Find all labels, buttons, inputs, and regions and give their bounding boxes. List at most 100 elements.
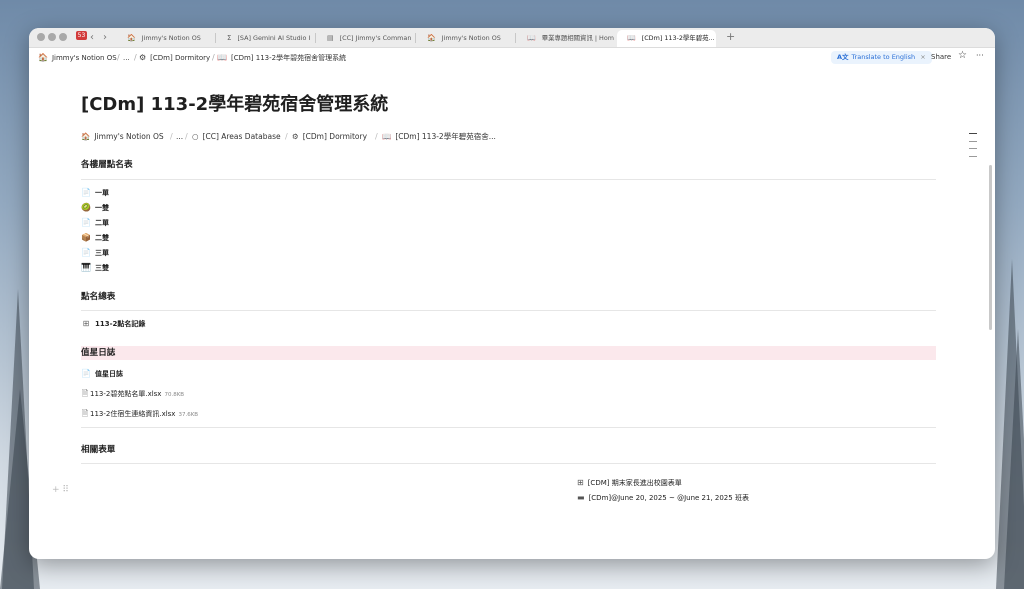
- gear-icon: ⚙: [139, 53, 147, 62]
- page-link-label: 三單: [95, 249, 109, 257]
- kiwi-icon: 🥝: [81, 203, 91, 212]
- crumb-label: [CC] Areas Database: [202, 132, 281, 141]
- tab-label: [CC] Jimmy's Comman: [339, 34, 412, 42]
- circle-icon: ○: [192, 132, 199, 141]
- heading-related-forms[interactable]: 相關表單: [81, 444, 115, 456]
- page-link-label: [CDm]@June 20, 2025 ~ @June 21, 2025 班表: [588, 494, 749, 502]
- crumb-label: [CDm] 113-2學年碧苑宿舍...: [395, 132, 496, 141]
- translate-button[interactable]: A文 Translate to English ×: [831, 51, 932, 64]
- home-icon: 🏠: [81, 132, 91, 141]
- table-icon: ⊞: [82, 319, 90, 328]
- page-icon: 📄: [81, 369, 91, 378]
- page-breadcrumb-home[interactable]: 🏠 Jimmy's Notion OS: [81, 131, 164, 142]
- page-breadcrumb-dormitory[interactable]: ⚙ [CDm] Dormitory: [292, 131, 367, 142]
- page-link-label: [CDM] 期末家長進出校園表單: [587, 479, 682, 487]
- page-breadcrumb-ellipsis[interactable]: ...: [176, 131, 183, 142]
- file-name: 113-2住宿生連絡資訊.xlsx: [90, 410, 176, 418]
- page-link-label: 二雙: [95, 234, 109, 242]
- divider: [81, 179, 936, 180]
- file-attachment-roll-call[interactable]: 🗎 113-2碧苑點名單.xlsx 70.8KB: [81, 388, 184, 401]
- breadcrumb-separator: /: [185, 132, 188, 141]
- page-content: [CDm] 113-2學年碧苑宿舍管理系統 🏠 Jimmy's Notion OS…: [29, 68, 995, 559]
- topbar-crumb-dormitory[interactable]: ⚙ [CDm] Dormitory: [139, 53, 210, 63]
- translate-icon: A文: [837, 53, 849, 61]
- breadcrumb-separator: /: [117, 53, 120, 62]
- page-link-1-double[interactable]: 🥝 一雙: [81, 202, 109, 214]
- database-link-records[interactable]: ⊞ 113-2點名記錄: [81, 318, 146, 330]
- file-name: 113-2碧苑點名單.xlsx: [90, 390, 162, 398]
- block-drag-handle[interactable]: + ⠿: [52, 485, 69, 495]
- breadcrumb-separator: /: [285, 132, 288, 141]
- tab-2[interactable]: Σ [SA] Gemini AI Studio I: [217, 30, 314, 47]
- page-link-label: 二單: [95, 219, 109, 227]
- forward-arrow-icon[interactable]: ›: [103, 31, 107, 44]
- home-icon: 🏠: [127, 34, 136, 42]
- topbar-crumb-current[interactable]: 📖 [CDm] 113-2學年碧苑宿舍管理系統: [217, 53, 346, 63]
- divider: [81, 427, 936, 428]
- database-icon: ▤: [327, 34, 334, 42]
- file-size: 37.6KB: [178, 412, 199, 418]
- tab-1[interactable]: 🏠 Jimmy's Notion OS: [117, 30, 215, 47]
- page-link-2-single[interactable]: 📄 二單: [81, 217, 109, 229]
- page-link-2-double[interactable]: 📦 二雙: [81, 232, 109, 244]
- page-link-3-double[interactable]: 🎹 三雙: [81, 262, 109, 274]
- tab-divider: [315, 33, 316, 43]
- page-link-3-single[interactable]: 📄 三單: [81, 247, 109, 259]
- breadcrumb-separator: /: [212, 53, 215, 62]
- heading-duty-log[interactable]: 值星日誌: [81, 347, 115, 359]
- page-breadcrumb-areas[interactable]: ○ [CC] Areas Database: [192, 131, 281, 142]
- breadcrumb-separator: /: [170, 132, 173, 141]
- page-breadcrumb-current[interactable]: 📖 [CDm] 113-2學年碧苑宿舍...: [382, 131, 496, 142]
- tab-4[interactable]: 🏠 Jimmy's Notion OS: [417, 30, 514, 47]
- page-icon: 📄: [81, 188, 91, 197]
- page-link-duty-log[interactable]: 📄 值星日誌: [81, 368, 123, 380]
- piano-icon: 🎹: [81, 263, 91, 272]
- box-icon: 📦: [81, 233, 91, 242]
- close-window-button[interactable]: [37, 33, 45, 41]
- tab-3[interactable]: ▤ [CC] Jimmy's Comman: [317, 30, 414, 47]
- close-icon[interactable]: ×: [920, 53, 925, 61]
- database-link-parent-form[interactable]: ⊞ [CDM] 期末家長進出校園表單: [577, 477, 682, 489]
- table-icon: ⊞: [577, 478, 584, 487]
- new-tab-button[interactable]: +: [726, 30, 735, 43]
- tab-label: [SA] Gemini AI Studio I: [237, 34, 311, 42]
- sidebar-badge[interactable]: 53: [76, 31, 87, 40]
- tab-label: [CDm] 113-2學年碧苑...: [641, 34, 715, 42]
- tab-divider: [215, 33, 216, 43]
- home-icon: 🏠: [427, 34, 436, 42]
- crumb-label: ...: [176, 132, 184, 141]
- star-icon[interactable]: ☆: [958, 50, 967, 61]
- timeline-icon: ▬: [577, 493, 585, 502]
- file-icon: 🗎: [81, 389, 89, 398]
- divider: [81, 310, 936, 311]
- minimize-window-button[interactable]: [48, 33, 56, 41]
- tab-6-active[interactable]: 📖 [CDm] 113-2學年碧苑...: [617, 30, 716, 47]
- heading-summary[interactable]: 點名總表: [81, 291, 115, 303]
- translate-label: Translate to English: [851, 53, 916, 61]
- page-title[interactable]: [CDm] 113-2學年碧苑宿舍管理系統: [81, 94, 388, 116]
- divider: [81, 463, 936, 464]
- topbar-crumb-home[interactable]: 🏠 Jimmy's Notion OS: [38, 53, 117, 63]
- zoom-window-button[interactable]: [59, 33, 67, 41]
- page-link-schedule[interactable]: ▬ [CDm]@June 20, 2025 ~ @June 21, 2025 班表: [577, 492, 749, 504]
- share-button[interactable]: Share: [931, 52, 951, 63]
- crumb-label: ...: [123, 54, 130, 62]
- crumb-label: Jimmy's Notion OS: [94, 132, 164, 141]
- tab-divider: [415, 33, 416, 43]
- page-link-1-single[interactable]: 📄 一單: [81, 187, 109, 199]
- back-arrow-icon[interactable]: ‹: [90, 31, 94, 44]
- scrollbar[interactable]: [989, 165, 992, 330]
- page-link-label: 值星日誌: [95, 370, 123, 378]
- page-link-label: 一雙: [95, 204, 109, 212]
- crumb-label: [CDm] Dormitory: [150, 54, 211, 62]
- topbar-crumb-ellipsis[interactable]: ...: [123, 53, 130, 63]
- crumb-label: [CDm] 113-2學年碧苑宿舍管理系統: [230, 54, 347, 62]
- page-icon: 📄: [81, 248, 91, 257]
- more-options-icon[interactable]: ···: [976, 50, 984, 61]
- home-icon: 🏠: [38, 53, 48, 62]
- tab-label: Jimmy's Notion OS: [141, 34, 201, 42]
- page-link-label: 113-2點名記錄: [95, 320, 146, 328]
- heading-floors[interactable]: 各樓層點名表: [81, 159, 133, 171]
- tab-5[interactable]: 📖 畢業專題相關資訊 | Home: [517, 30, 614, 47]
- file-attachment-contacts[interactable]: 🗎 113-2住宿生連絡資訊.xlsx 37.6KB: [81, 408, 198, 421]
